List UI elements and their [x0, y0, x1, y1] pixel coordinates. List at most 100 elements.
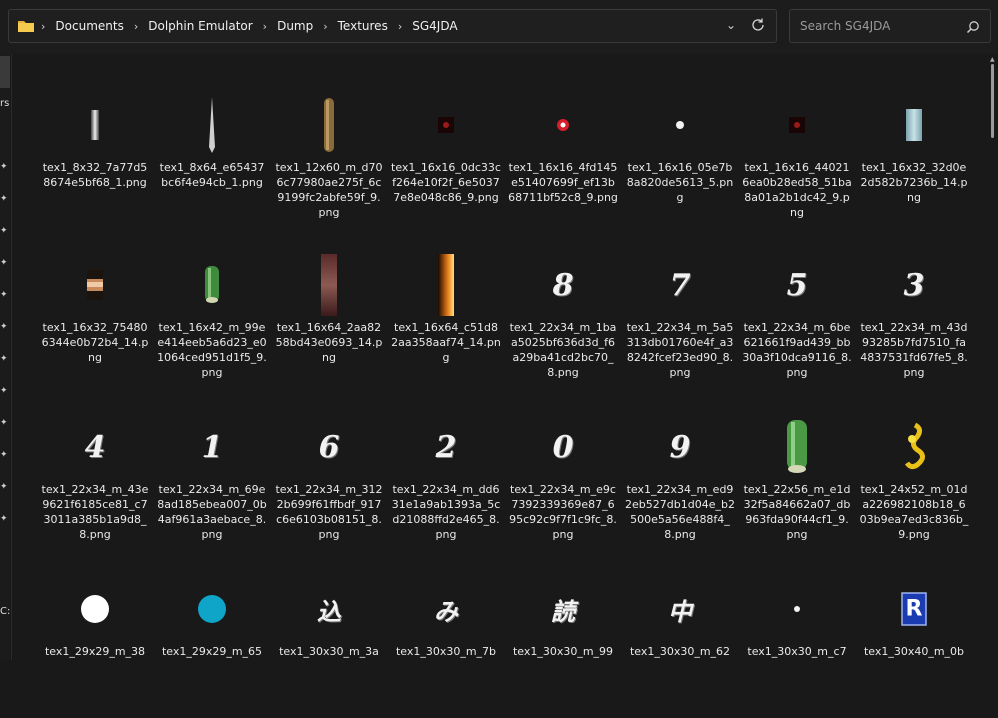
file-name: tex1_16x16_4fd145e51407699f_ef13b68711bf…: [508, 161, 618, 204]
breadcrumb-documents[interactable]: Documents: [55, 19, 123, 33]
file-thumbnail: [621, 96, 739, 154]
file-thumbnail: 9: [621, 418, 739, 476]
scroll-up-icon[interactable]: ▲: [990, 56, 995, 63]
breadcrumb-sg4jda[interactable]: SG4JDA: [412, 19, 457, 33]
file-item[interactable]: 込 tex1_30x30_m_3a: [270, 568, 388, 718]
pin-icon[interactable]: ✦: [0, 386, 10, 396]
file-item[interactable]: tex1_16x32_754806344e0b72b4_14.png: [36, 244, 154, 394]
file-name: tex1_30x30_m_99: [512, 645, 614, 658]
file-name: tex1_16x16_05e7b8a820de5613_5.png: [626, 161, 734, 204]
file-item[interactable]: tex1_22x56_m_e1d32f5a84662a07_db963fda90…: [738, 406, 856, 556]
glyph-thumbnail: 7: [669, 267, 691, 303]
file-item[interactable]: tex1_24x52_m_01da226982108b18_603b9ea7ed…: [855, 406, 973, 556]
file-name: tex1_16x16_0dc33cf264e10f2f_6e50377e8e04…: [391, 161, 501, 204]
file-item[interactable]: Rtex1_30x40_m_0b: [855, 568, 973, 718]
breadcrumb-dump[interactable]: Dump: [277, 19, 313, 33]
file-thumbnail: 6: [270, 418, 388, 476]
file-name: tex1_30x30_m_c7: [747, 645, 847, 658]
file-thumbnail: 4: [36, 418, 154, 476]
file-name: tex1_22x56_m_e1d32f5a84662a07_db963fda90…: [743, 483, 851, 541]
file-item[interactable]: tex1_16x16_0dc33cf264e10f2f_6e50377e8e04…: [387, 84, 505, 234]
pin-icon[interactable]: ✦: [0, 226, 10, 236]
scrollbar-thumb[interactable]: [991, 64, 994, 138]
file-thumbnail: [738, 580, 856, 638]
file-thumbnail: 中: [621, 580, 739, 638]
file-name: tex1_30x40_m_0b: [863, 645, 965, 658]
file-item[interactable]: tex1_29x29_m_65: [153, 568, 271, 718]
file-thumbnail: [270, 96, 388, 154]
file-thumbnail: [387, 254, 505, 316]
glyph-thumbnail: 9: [669, 429, 691, 465]
nav-item-label[interactable]: rs: [0, 98, 9, 109]
file-item[interactable]: 4 tex1_22x34_m_43e9621f6185ce81_c73011a38…: [36, 406, 154, 556]
glyph-thumbnail: 1: [201, 429, 223, 465]
file-item[interactable]: tex1_8x64_e65437bc6f4e94cb_1.png: [153, 84, 271, 234]
file-item[interactable]: tex1_16x64_c51d82aa358aaf74_14.png: [387, 244, 505, 394]
search-box[interactable]: Search SG4JDA: [789, 9, 991, 43]
file-item[interactable]: tex1_30x30_m_c7: [738, 568, 856, 718]
file-item[interactable]: 5 tex1_22x34_m_6be621661f9ad439_bb30a3f10…: [738, 244, 856, 394]
breadcrumb-dolphin-emulator[interactable]: Dolphin Emulator: [148, 19, 252, 33]
file-item[interactable]: み tex1_30x30_m_7b: [387, 568, 505, 718]
glyph-thumbnail: 中: [668, 596, 692, 626]
file-thumbnail: 2: [387, 418, 505, 476]
file-item[interactable]: 0 tex1_22x34_m_e9c7392339369e87_695c92c9f…: [504, 406, 622, 556]
file-item[interactable]: tex1_16x16_05e7b8a820de5613_5.png: [621, 84, 739, 234]
file-thumbnail: [36, 580, 154, 638]
file-item[interactable]: tex1_16x32_32d0e2d582b7236b_14.png: [855, 84, 973, 234]
file-item[interactable]: tex1_12x60_m_d706c77980ae275f_6c9199fc2a…: [270, 84, 388, 234]
pin-icon[interactable]: ✦: [0, 162, 10, 172]
breadcrumb-textures[interactable]: Textures: [338, 19, 388, 33]
refresh-icon[interactable]: [750, 17, 766, 37]
file-thumbnail: み: [387, 580, 505, 638]
pin-icon[interactable]: ✦: [0, 354, 10, 364]
file-thumbnail: [738, 418, 856, 476]
file-item[interactable]: 6 tex1_22x34_m_3122b699f61ffbdf_917c6e610…: [270, 406, 388, 556]
search-placeholder: Search SG4JDA: [800, 19, 891, 33]
file-thumbnail: [36, 256, 154, 314]
nav-item-label[interactable]: C:: [0, 606, 10, 617]
file-item[interactable]: 3 tex1_22x34_m_43d93285b7fd7510_fa4837531…: [855, 244, 973, 394]
glyph-thumbnail: 6: [318, 429, 340, 465]
file-name: tex1_30x30_m_7b: [395, 645, 497, 658]
file-item[interactable]: 7 tex1_22x34_m_5a5313db01760e4f_a38242fce…: [621, 244, 739, 394]
file-item[interactable]: 読 tex1_30x30_m_99: [504, 568, 622, 718]
pin-icon[interactable]: ✦: [0, 290, 10, 300]
breadcrumb-separator-icon: ›: [133, 19, 139, 33]
pin-icon[interactable]: ✦: [0, 258, 10, 268]
file-thumbnail: 読: [504, 580, 622, 638]
pin-icon[interactable]: ✦: [0, 450, 10, 460]
pin-icon[interactable]: ✦: [0, 418, 10, 428]
address-bar[interactable]: › Documents › Dolphin Emulator › Dump › …: [8, 9, 777, 43]
chevron-down-icon[interactable]: ⌄: [726, 18, 736, 32]
file-name: tex1_22x34_m_e9c7392339369e87_695c92c9f7…: [509, 483, 617, 541]
file-item[interactable]: tex1_16x16_4fd145e51407699f_ef13b68711bf…: [504, 84, 622, 234]
file-item[interactable]: tex1_8x32_7a77d58674e5bf68_1.png: [36, 84, 154, 234]
file-item[interactable]: 1 tex1_22x34_m_69e8ad185ebea007_0b4af961a…: [153, 406, 271, 556]
file-name: tex1_22x34_m_69e8ad185ebea007_0b4af961a3…: [157, 483, 267, 541]
file-name: tex1_29x29_m_65: [161, 645, 263, 658]
glyph-thumbnail: 4: [84, 429, 106, 465]
vertical-scrollbar[interactable]: ▲: [989, 54, 998, 660]
search-icon[interactable]: [966, 19, 980, 38]
glyph-thumbnail: 3: [903, 267, 925, 303]
pin-icon[interactable]: ✦: [0, 514, 10, 524]
pin-icon[interactable]: ✦: [0, 322, 10, 332]
glyph-thumbnail: 5: [786, 267, 808, 303]
pin-icon[interactable]: ✦: [0, 482, 10, 492]
pane-divider[interactable]: [11, 54, 12, 660]
file-item[interactable]: tex1_16x16_440216ea0b28ed58_51ba8a01a2b1…: [738, 84, 856, 234]
file-item[interactable]: tex1_16x64_2aa8258bd43e0693_14.png: [270, 244, 388, 394]
file-item[interactable]: 中 tex1_30x30_m_62: [621, 568, 739, 718]
glyph-thumbnail: 0: [552, 429, 574, 465]
file-thumbnail: [153, 256, 271, 314]
file-item[interactable]: tex1_16x42_m_99ee414eeb5a6d23_e01064ced9…: [153, 244, 271, 394]
file-item[interactable]: tex1_29x29_m_38: [36, 568, 154, 718]
file-item[interactable]: 2 tex1_22x34_m_dd631e1a9ab1393a_5cd21088f…: [387, 406, 505, 556]
file-item[interactable]: 9 tex1_22x34_m_ed92eb527db1d04e_b2500e5a5…: [621, 406, 739, 556]
file-item[interactable]: 8 tex1_22x34_m_1baa5025bf636d3d_f6a29ba41…: [504, 244, 622, 394]
file-thumbnail: 込: [270, 580, 388, 638]
file-name: tex1_24x52_m_01da226982108b18_603b9ea7ed…: [859, 483, 969, 541]
file-name: tex1_16x42_m_99ee414eeb5a6d23_e01064ced9…: [157, 321, 267, 379]
pin-icon[interactable]: ✦: [0, 194, 10, 204]
